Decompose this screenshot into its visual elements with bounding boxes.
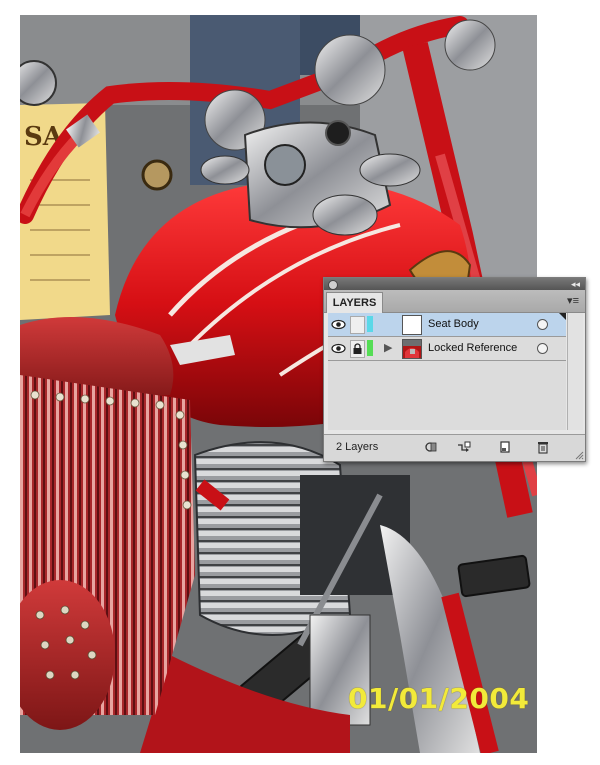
- layer-name[interactable]: Seat Body: [428, 318, 479, 331]
- layer-color-swatch: [367, 316, 373, 332]
- circle-icon[interactable]: [537, 319, 548, 330]
- eye-icon[interactable]: [331, 317, 346, 332]
- panel-menu-icon[interactable]: ▾≡: [567, 295, 579, 307]
- new-sublayer-icon[interactable]: [457, 440, 471, 454]
- layer-list-scrollbar[interactable]: [567, 313, 583, 430]
- layer-color-swatch: [367, 340, 373, 356]
- panel-footer: 2 Layers: [324, 434, 585, 461]
- layer-thumbnail: [402, 315, 422, 335]
- triangle-right-icon[interactable]: ▶: [384, 342, 392, 354]
- eye-icon[interactable]: [331, 341, 346, 356]
- resize-grip-icon[interactable]: [575, 451, 584, 460]
- layer-row-locked-reference[interactable]: ▶ Locked Reference: [328, 337, 566, 361]
- selection-indicator: [559, 313, 566, 320]
- close-icon[interactable]: [328, 280, 338, 290]
- tab-layers[interactable]: LAYERS: [326, 292, 383, 313]
- new-layer-icon[interactable]: [498, 440, 512, 454]
- panel-titlebar[interactable]: ◂◂: [324, 278, 585, 290]
- layer-thumbnail: [402, 339, 422, 359]
- layers-panel: ◂◂ LAYERS ▾≡ Seat Body ▶ Locked Referenc…: [323, 277, 586, 462]
- lock-toggle[interactable]: [350, 316, 365, 334]
- lock-toggle[interactable]: [350, 340, 365, 358]
- circle-icon[interactable]: [537, 343, 548, 354]
- date-stamp: 01/01/2004: [348, 682, 530, 715]
- panel-tabbar: LAYERS ▾≡: [324, 290, 585, 313]
- layer-list: Seat Body ▶ Locked Reference: [328, 313, 566, 430]
- trash-icon[interactable]: [536, 440, 550, 454]
- layer-count: 2 Layers: [336, 441, 379, 453]
- layer-name[interactable]: Locked Reference: [428, 342, 517, 355]
- collapse-icon[interactable]: ◂◂: [571, 278, 580, 290]
- layer-row-seat-body[interactable]: Seat Body: [328, 313, 566, 337]
- clipping-mask-icon[interactable]: [424, 440, 438, 454]
- lock-icon: [353, 343, 362, 354]
